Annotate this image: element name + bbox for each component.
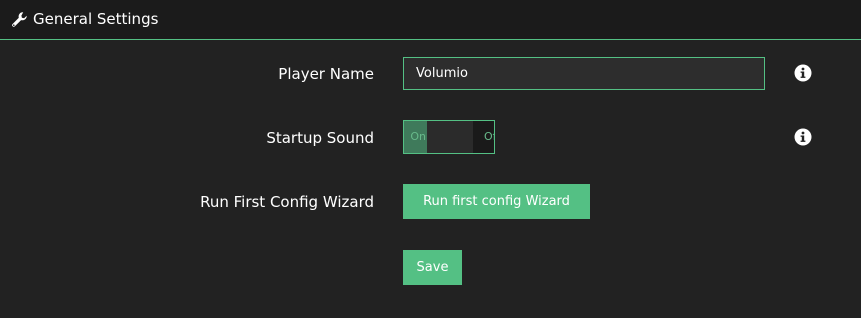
run-first-config-wizard-button[interactable]: Run first config Wizard	[403, 184, 590, 219]
first-config-wizard-label: Run First Config Wizard	[200, 193, 374, 211]
startup-sound-toggle[interactable]: On Off	[403, 120, 495, 154]
info-icon[interactable]	[794, 128, 812, 146]
panel-title: General Settings	[33, 10, 159, 28]
toggle-off-label: Off	[484, 130, 494, 143]
general-settings-panel: General Settings Player Name Startup Sou…	[0, 0, 861, 318]
startup-sound-label: Startup Sound	[266, 129, 374, 147]
player-name-input[interactable]	[403, 57, 765, 90]
toggle-off-side: Off	[473, 121, 494, 153]
toggle-handle[interactable]	[427, 121, 473, 153]
toggle-on-label: On	[410, 130, 426, 143]
wrench-icon	[11, 11, 29, 29]
info-icon[interactable]	[794, 64, 812, 82]
toggle-on-side: On	[404, 121, 427, 153]
panel-header: General Settings	[0, 0, 861, 40]
save-button[interactable]: Save	[403, 250, 462, 285]
player-name-label: Player Name	[278, 65, 374, 83]
